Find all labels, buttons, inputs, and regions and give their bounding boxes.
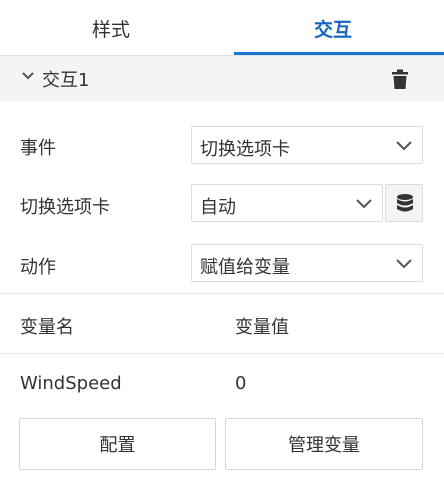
switch-tab-label: 切换选项卡 <box>20 197 110 218</box>
manage-variables-button[interactable]: 管理变量 <box>225 418 423 470</box>
var-value-cell[interactable]: 0 <box>235 373 246 394</box>
active-tab-indicator <box>234 52 444 55</box>
trash-icon[interactable] <box>389 68 411 90</box>
action-label: 动作 <box>20 257 56 278</box>
chevron-down-icon[interactable] <box>20 68 36 84</box>
tab-style[interactable]: 样式 <box>0 0 222 56</box>
event-select[interactable]: 切换选项卡 <box>191 126 423 164</box>
divider <box>0 353 444 354</box>
switch-tab-select[interactable]: 自动 <box>191 184 383 222</box>
chevron-down-icon <box>356 199 372 209</box>
tab-interaction[interactable]: 交互 <box>222 0 444 56</box>
database-icon <box>397 194 413 212</box>
chevron-down-icon <box>396 259 412 269</box>
var-name-header: 变量名 <box>20 317 74 338</box>
configure-button[interactable]: 配置 <box>19 418 216 470</box>
divider <box>0 293 444 294</box>
switch-tab-select-value: 自动 <box>200 197 236 218</box>
event-label: 事件 <box>20 138 56 159</box>
action-select[interactable]: 赋值给变量 <box>191 244 423 282</box>
tab-bar: 样式 交互 <box>0 0 444 56</box>
section-title: 交互1 <box>42 70 90 91</box>
database-button[interactable] <box>385 184 423 222</box>
var-name-cell: WindSpeed <box>20 373 122 394</box>
var-value-header: 变量值 <box>235 317 289 338</box>
event-select-value: 切换选项卡 <box>200 139 290 160</box>
action-select-value: 赋值给变量 <box>200 257 290 278</box>
chevron-down-icon <box>396 141 412 151</box>
